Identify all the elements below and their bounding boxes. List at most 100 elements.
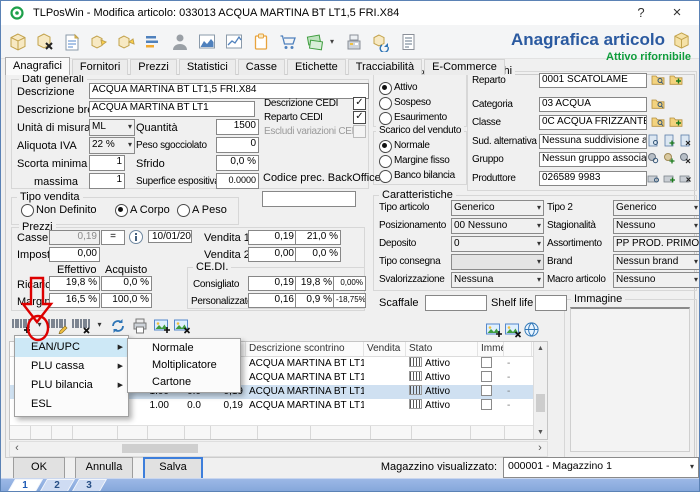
factory-remove-icon[interactable]	[679, 171, 692, 184]
consigliato-input[interactable]: 0,19	[248, 276, 297, 291]
menu-item-esl[interactable]: ESL	[15, 395, 128, 414]
folder-search-icon[interactable]	[651, 73, 665, 86]
barcode-delete-icon[interactable]	[71, 318, 93, 334]
vendita2-input[interactable]: 0,00	[248, 247, 297, 262]
scorta-minima-input[interactable]: 1	[89, 155, 125, 171]
cart-icon[interactable]	[276, 29, 300, 55]
sheet-tab-3[interactable]: 3	[71, 479, 107, 492]
barcode-edit-icon[interactable]	[47, 318, 69, 334]
menu-item-plu-cassa[interactable]: PLU cassa▶	[15, 357, 128, 376]
radio-a-peso[interactable]	[177, 204, 190, 217]
col-stato[interactable]: Stato	[406, 342, 478, 356]
article-icon[interactable]	[6, 29, 30, 55]
submenu-item-cartone[interactable]: Cartone	[128, 374, 240, 391]
sud-alternativa-input[interactable]: Nessuna suddivisione assoc	[539, 134, 647, 149]
personalizzato-diff-input[interactable]: -18,75%	[333, 293, 366, 308]
folder-search-icon[interactable]	[651, 115, 665, 128]
document-list-icon[interactable]	[60, 29, 84, 55]
refresh-icon[interactable]	[109, 317, 127, 335]
image-remove-icon[interactable]	[504, 321, 522, 339]
produttore-input[interactable]: 026589 9983	[539, 171, 647, 186]
tab-ecommerce[interactable]: E-Commerce	[424, 59, 505, 75]
scrollbar-thumb[interactable]	[536, 394, 545, 412]
radio-non-definito[interactable]	[21, 204, 34, 217]
box-in-icon[interactable]	[114, 29, 138, 55]
radio-margine-fisso[interactable]	[379, 155, 392, 168]
sheet-tab-1[interactable]: 1	[7, 479, 43, 492]
group-search-icon[interactable]	[647, 152, 660, 165]
radio-esaurimento[interactable]	[379, 112, 392, 125]
tab-etichette[interactable]: Etichette	[287, 59, 346, 75]
cash-register-icon[interactable]	[342, 29, 366, 55]
personalizzato-input[interactable]: 0,16	[248, 293, 297, 308]
classe-input[interactable]: 0C ACQUA FRIZZANTE	[539, 115, 647, 130]
sfrido-input[interactable]: 0,0 %	[216, 155, 259, 171]
tab-prezzi[interactable]: Prezzi	[130, 59, 177, 75]
line-chart-icon[interactable]	[222, 29, 246, 55]
reparto-input[interactable]: 0001 SCATOLAME	[539, 73, 647, 88]
money-icon[interactable]	[303, 29, 327, 55]
annulla-button[interactable]: Annulla	[75, 457, 133, 479]
radio-sospeso[interactable]	[379, 97, 392, 110]
box-sync-icon[interactable]	[369, 29, 393, 55]
menu-item-plu-bilancia[interactable]: PLU bilancia▶	[15, 376, 128, 395]
report-icon[interactable]	[396, 29, 420, 55]
image-add-icon[interactable]	[485, 321, 503, 339]
group-plus-icon[interactable]	[663, 152, 676, 165]
doc-plus-icon[interactable]	[663, 134, 676, 147]
image-remove-icon[interactable]	[173, 317, 191, 335]
close-button[interactable]: ×	[663, 3, 691, 23]
clipboard-icon[interactable]	[249, 29, 273, 55]
scrollbar-thumb[interactable]	[122, 444, 198, 453]
vendita2-pct-input[interactable]: 0,0 %	[295, 247, 341, 262]
escludi-cedi-checkbox[interactable]	[353, 125, 366, 138]
barcode-delete-dropdown-icon[interactable]: ▾	[95, 320, 104, 329]
money-dropdown-icon[interactable]: ▾	[330, 37, 339, 46]
tab-fornitori[interactable]: Fornitori	[72, 59, 128, 75]
equals-button[interactable]: =	[101, 230, 125, 245]
factory-search-icon[interactable]	[647, 171, 660, 184]
shelf-life-input[interactable]	[535, 295, 567, 311]
casse-date-input[interactable]: 10/01/20	[148, 230, 192, 243]
barcode-add-dropdown-icon[interactable]: ▾	[35, 320, 44, 329]
horizontal-scrollbar[interactable]: ‹ ›	[9, 441, 548, 457]
radio-attivo[interactable]	[379, 82, 392, 95]
quantita-input[interactable]: 1500	[216, 119, 259, 135]
image-add-icon[interactable]	[153, 317, 171, 335]
radio-a-corpo[interactable]	[115, 204, 128, 217]
image-checkbox[interactable]	[481, 399, 492, 410]
scroll-left-icon[interactable]: ‹	[10, 442, 24, 456]
vendita1-input[interactable]: 0,19	[248, 230, 297, 245]
margine-effettivo-input[interactable]: 16,5 %	[49, 293, 100, 308]
vendita1-pct-input[interactable]: 21,0 %	[295, 230, 341, 245]
scroll-down-icon[interactable]: ▼	[534, 426, 547, 439]
tab-statistici[interactable]: Statistici	[179, 59, 236, 75]
macro-articolo-select[interactable]: Nessuno▾	[613, 272, 700, 288]
vertical-scrollbar[interactable]: ▲ ▼	[533, 342, 547, 439]
superfice-input[interactable]: 0.0000	[216, 173, 259, 189]
magazzino-select[interactable]: 000001 - Magazzino 1▾	[503, 457, 699, 478]
area-chart-icon[interactable]	[195, 29, 219, 55]
categoria-input[interactable]: 03 ACQUA	[539, 97, 647, 112]
assortimento-select[interactable]: PP PROD. PRIMO I▾	[613, 236, 700, 252]
factory-plus-icon[interactable]	[663, 171, 676, 184]
barcode-add-icon[interactable]	[11, 318, 33, 334]
sheet-tab-2[interactable]: 2	[39, 479, 75, 492]
stats-list-icon[interactable]	[141, 29, 165, 55]
unita-select[interactable]: ML▾	[89, 119, 135, 136]
deposito-select[interactable]: 0▾	[451, 236, 544, 252]
descrizione-cedi-checkbox[interactable]: ✓	[353, 97, 366, 110]
posizionamento-select[interactable]: 00 Nessuno▾	[451, 218, 544, 234]
submenu-item-normale[interactable]: Normale	[128, 340, 240, 357]
reparto-cedi-checkbox[interactable]: ✓	[353, 111, 366, 124]
scroll-right-icon[interactable]: ›	[533, 442, 547, 456]
col-immagine[interactable]: Imme	[478, 342, 504, 356]
doc-remove-icon[interactable]	[679, 134, 692, 147]
person-icon[interactable]	[168, 29, 192, 55]
tab-tracciabilita[interactable]: Tracciabilità	[348, 59, 422, 75]
image-checkbox[interactable]	[481, 357, 492, 368]
ricarico-effettivo-input[interactable]: 19,8 %	[49, 276, 100, 291]
stagionalita-select[interactable]: Nessuno▾	[613, 218, 700, 234]
globe-icon[interactable]	[523, 321, 540, 338]
backoffice-input[interactable]	[262, 191, 356, 207]
